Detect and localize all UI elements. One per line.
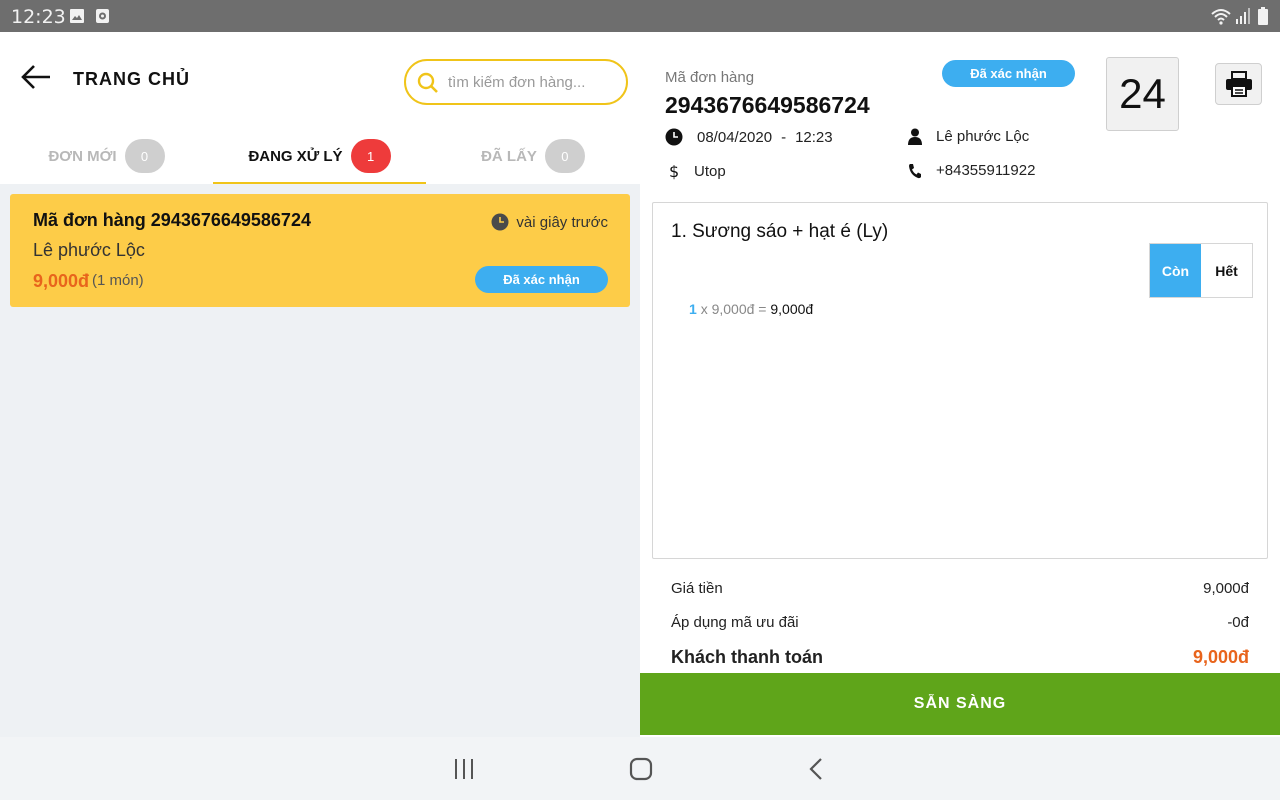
tab-label: ĐANG XỬ LÝ: [248, 147, 343, 165]
summary-price-row: Giá tiền 9,000đ: [671, 580, 1249, 597]
order-card[interactable]: Mã đơn hàng 2943676649586724 vài giây tr…: [10, 194, 630, 307]
order-code-label: Mã đơn hàng: [665, 69, 755, 86]
summary-discount-row: Áp dụng mã ưu đãi -0đ: [671, 614, 1249, 631]
summary-total-value: 9,000đ: [1192, 647, 1249, 667]
order-card-price: 9,000đ: [33, 271, 90, 291]
order-status-badge: Đã xác nhận: [942, 60, 1075, 87]
order-date: 08/04/2020: [697, 128, 773, 146]
battery-icon: [1258, 7, 1268, 25]
datetime-separator: -: [781, 128, 787, 146]
order-card-customer: Lê phước Lộc: [33, 240, 145, 260]
payment-method: Utop: [694, 162, 726, 180]
available-button[interactable]: Còn: [1150, 244, 1201, 297]
item-unit-price: x 9,000đ =: [700, 301, 767, 317]
summary-price-value: 9,000đ: [1203, 580, 1249, 597]
order-time: 12:23: [795, 128, 833, 146]
summary-total-label: Khách thanh toán: [671, 647, 823, 667]
order-payment: $ Utop: [668, 162, 726, 180]
page-title: TRANG CHỦ: [73, 69, 190, 89]
clock-icon: [491, 213, 509, 231]
summary-discount-value: -0đ: [1227, 614, 1249, 631]
app-notification-icon: [96, 9, 109, 23]
item-quantity: 1: [689, 301, 697, 317]
order-list-header: TRANG CHỦ ĐƠN MỚI 0 ĐANG XỬ LÝ 1 ĐÃ LẤY …: [0, 32, 640, 184]
status-time: 12:23: [11, 6, 66, 28]
search-icon: [417, 72, 438, 93]
search-box[interactable]: [404, 59, 628, 105]
gallery-notification-icon: [70, 9, 84, 23]
tab-processing[interactable]: ĐANG XỬ LÝ 1: [213, 128, 426, 184]
phone-number: +84355911922: [936, 162, 1036, 179]
summary-total-row: Khách thanh toán 9,000đ: [671, 647, 1249, 668]
order-card-time-text: vài giây trước: [516, 213, 608, 231]
signal-icon: [1236, 8, 1250, 24]
order-detail-panel: Mã đơn hàng 2943676649586724 Đã xác nhận…: [640, 32, 1280, 737]
user-icon: [908, 128, 922, 145]
order-phone: +84355911922: [908, 162, 1035, 179]
item-name: 1. Sương sáo + hạt é (Ly): [671, 221, 889, 242]
tab-label: ĐÃ LẤY: [481, 147, 537, 165]
back-button[interactable]: [18, 62, 54, 94]
order-customer: Lê phước Lộc: [908, 128, 1029, 145]
status-bar: 12:23: [0, 0, 1280, 32]
tab-count-badge: 1: [350, 139, 391, 173]
search-input[interactable]: [448, 71, 618, 93]
printer-icon: [1225, 71, 1252, 97]
tab-picked-up[interactable]: ĐÃ LẤY 0: [426, 128, 640, 184]
summary-discount-label: Áp dụng mã ưu đãi: [671, 614, 799, 631]
clock-icon: [665, 128, 683, 146]
availability-toggle: Còn Hết: [1149, 243, 1253, 298]
table-number: 24: [1106, 57, 1179, 131]
dollar-icon: $: [669, 162, 679, 180]
ready-button[interactable]: SẴN SÀNG: [640, 673, 1280, 735]
customer-name: Lê phước Lộc: [936, 128, 1030, 145]
tab-label: ĐƠN MỚI: [48, 147, 117, 165]
order-card-title: Mã đơn hàng 2943676649586724: [33, 210, 311, 230]
svg-text:$: $: [669, 162, 679, 180]
tab-count-badge: 0: [124, 139, 165, 173]
tab-count-badge: 0: [544, 139, 585, 173]
home-icon[interactable]: [629, 757, 653, 781]
system-nav-bar: [0, 737, 1280, 800]
order-list-panel: TRANG CHỦ ĐƠN MỚI 0 ĐANG XỬ LÝ 1 ĐÃ LẤY …: [0, 32, 640, 737]
item-line-total: 9,000đ: [770, 301, 814, 317]
item-price-line: 1 x 9,000đ = 9,000đ: [689, 301, 813, 317]
order-card-status-badge: Đã xác nhận: [475, 266, 608, 293]
order-card-time: vài giây trước: [491, 213, 608, 231]
wifi-icon: [1211, 9, 1231, 25]
summary-price-label: Giá tiền: [671, 580, 723, 597]
arrow-left-icon: [21, 65, 50, 89]
recent-apps-icon[interactable]: [453, 757, 475, 781]
tab-new-orders[interactable]: ĐƠN MỚI 0: [0, 128, 213, 184]
back-nav-icon[interactable]: [806, 757, 826, 781]
order-items-box: 1. Sương sáo + hạt é (Ly) Còn Hết 1 x 9,…: [652, 202, 1268, 559]
order-datetime: 08/04/2020 - 12:23: [665, 128, 833, 146]
phone-icon: [909, 163, 921, 178]
order-card-quantity: (1 món): [92, 272, 144, 289]
print-button[interactable]: [1215, 63, 1262, 105]
sold-out-button[interactable]: Hết: [1201, 244, 1252, 297]
order-code: 2943676649586724: [665, 92, 870, 118]
